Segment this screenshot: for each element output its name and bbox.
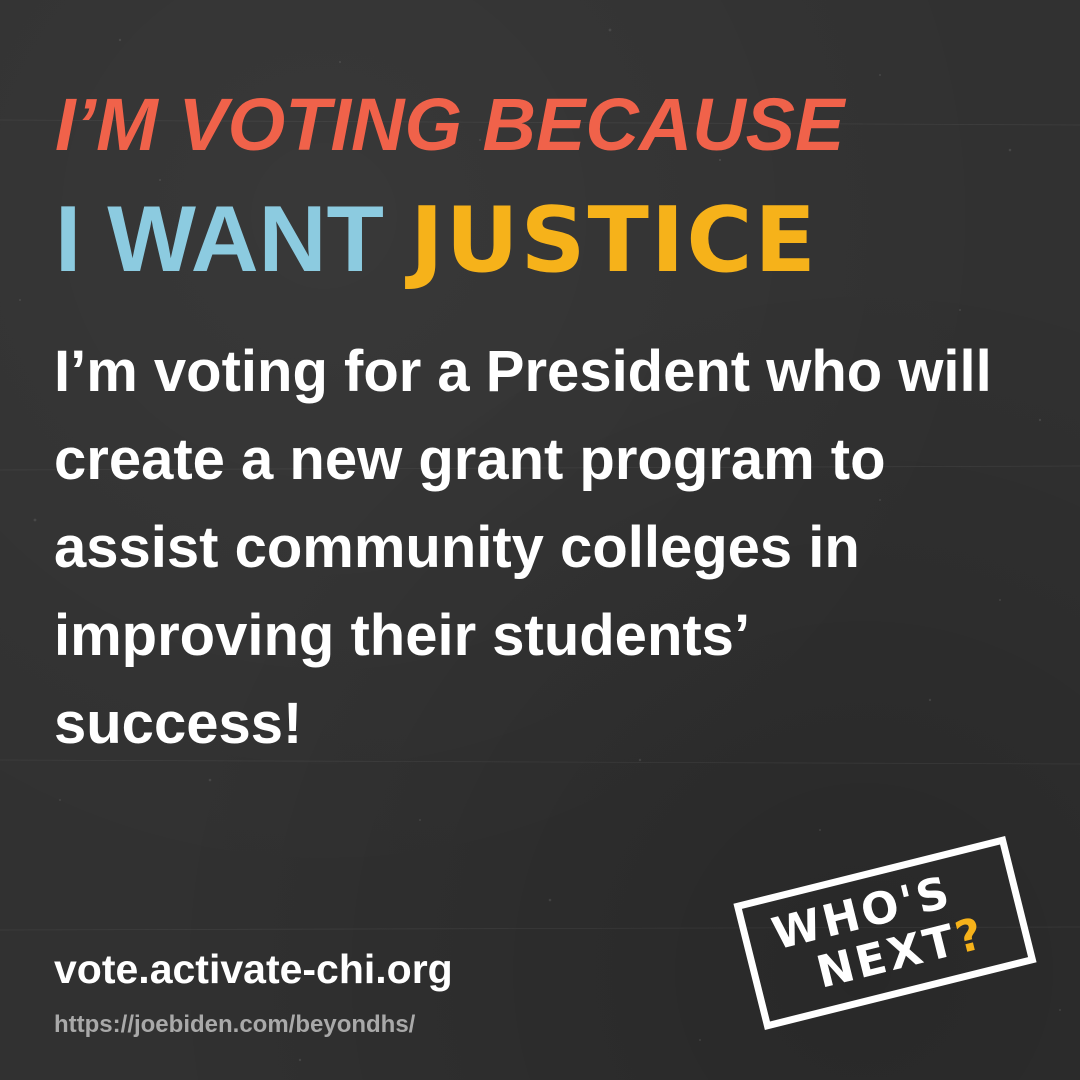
body-statement: I’m voting for a President who will crea… <box>54 328 1034 768</box>
headline-i-want: I WANT <box>55 186 384 291</box>
source-url[interactable]: https://joebiden.com/beyondhs/ <box>54 1008 415 1042</box>
campaign-url[interactable]: vote.activate-chi.org <box>54 944 453 994</box>
headline-line-1: I’M VOTING BECAUSE <box>55 83 845 166</box>
headline-i-want-justice: I WANT JUSTICE <box>55 184 818 296</box>
body-line: create a new grant program to <box>54 427 886 492</box>
body-line: I’m voting for a President who will <box>54 339 992 404</box>
headline-voting-because: I’M VOTING BECAUSE <box>55 80 844 170</box>
poster-canvas: I’M VOTING BECAUSE I WANT JUSTICE I’m vo… <box>0 0 1080 1080</box>
body-line: assist community colleges in <box>54 515 860 580</box>
body-line: success! <box>54 691 303 756</box>
headline-justice: JUSTICE <box>410 188 818 293</box>
body-line: improving their students’ <box>54 603 751 668</box>
